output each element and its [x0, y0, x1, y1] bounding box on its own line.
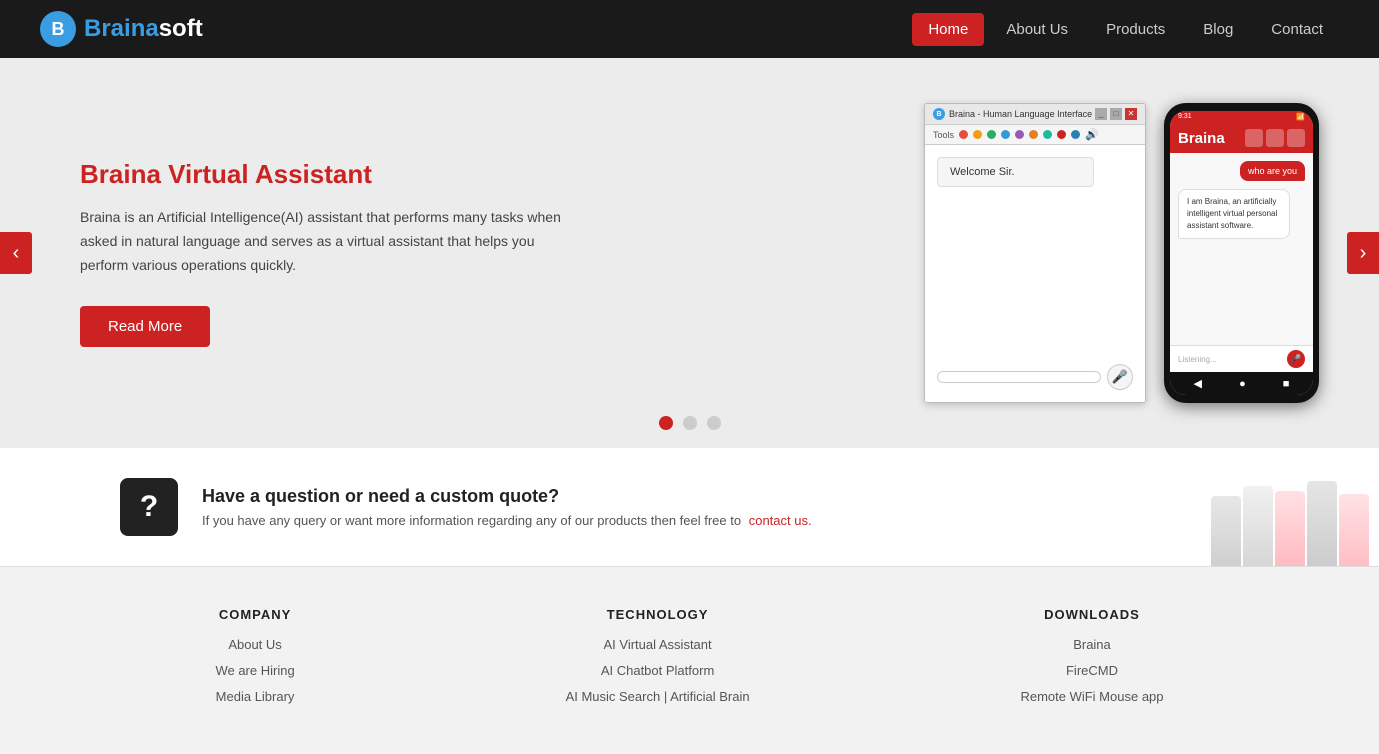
- phone-msg-in: I am Braina, an artificially intelligent…: [1178, 189, 1290, 239]
- phone-header: Braina: [1170, 123, 1313, 153]
- people-illustration: [1179, 448, 1379, 566]
- carousel-dot-1[interactable]: [659, 416, 673, 430]
- nav-products[interactable]: Products: [1090, 13, 1181, 46]
- phone-chat-body: who are you I am Braina, an artificially…: [1170, 153, 1313, 345]
- footer-download-link-3: Remote WiFi Mouse app: [1020, 688, 1163, 706]
- nav-about[interactable]: About Us: [990, 13, 1084, 46]
- phone-screen: 9:31 📶 Braina who are you I am Braina, a…: [1170, 111, 1313, 395]
- footer-tech-link-3: AI Music Search | Artificial Brain: [566, 688, 750, 706]
- quote-text-content: Have a question or need a custom quote? …: [202, 486, 812, 528]
- footer-downloads-col: DOWNLOADS Braina FireCMD Remote WiFi Mou…: [1020, 607, 1163, 714]
- nav-contact[interactable]: Contact: [1255, 13, 1339, 46]
- hero-description: Braina is an Artificial Intelligence(AI)…: [80, 206, 582, 277]
- brand-icon: B: [40, 11, 76, 47]
- desktop-chat-input[interactable]: [937, 371, 1101, 383]
- footer-company-link-1: About Us: [215, 636, 294, 654]
- footer-company-heading: COMPANY: [215, 607, 294, 622]
- phone-mic-btn[interactable]: 🎤: [1287, 350, 1305, 368]
- desktop-welcome-bubble: Welcome Sir.: [937, 157, 1094, 187]
- footer-tech-link-1: AI Virtual Assistant: [566, 636, 750, 654]
- hero-section: ‹ Braina Virtual Assistant Braina is an …: [0, 58, 1379, 448]
- hero-content: Braina Virtual Assistant Braina is an Ar…: [0, 109, 662, 396]
- carousel-prev-button[interactable]: ‹: [0, 232, 32, 274]
- question-icon-box: ?: [120, 478, 178, 536]
- phone-navbar: ◀ ● ■: [1170, 372, 1313, 395]
- footer-download-link-1: Braina: [1020, 636, 1163, 654]
- carousel-dots: [659, 416, 721, 430]
- footer-company-link-3: Media Library: [215, 688, 294, 706]
- footer-downloads-heading: DOWNLOADS: [1020, 607, 1163, 622]
- desktop-toolbar: Tools 🔊: [925, 125, 1145, 145]
- phone-msg-out: who are you: [1240, 161, 1305, 181]
- contact-link[interactable]: contact us.: [749, 513, 812, 528]
- desktop-mockup: B Braina - Human Language Interface _ □ …: [924, 103, 1146, 403]
- footer-technology-heading: TECHNOLOGY: [566, 607, 750, 622]
- hero-images: B Braina - Human Language Interface _ □ …: [924, 103, 1319, 403]
- carousel-next-button[interactable]: ›: [1347, 232, 1379, 274]
- hero-title: Braina Virtual Assistant: [80, 159, 582, 190]
- desktop-title: Braina - Human Language Interface: [949, 109, 1092, 119]
- footer: COMPANY About Us We are Hiring Media Lib…: [0, 566, 1379, 754]
- brand-logo[interactable]: B Brainasoft: [40, 11, 203, 47]
- quote-description: If you have any query or want more infor…: [202, 513, 812, 528]
- desktop-input-row: 🎤: [937, 364, 1133, 390]
- footer-download-link-2: FireCMD: [1020, 662, 1163, 680]
- phone-brand-name: Braina: [1178, 130, 1225, 147]
- navbar: B Brainasoft Home About Us Products Blog…: [0, 0, 1379, 58]
- carousel-dot-2[interactable]: [683, 416, 697, 430]
- phone-input-area: Listening... 🎤: [1170, 345, 1313, 372]
- mic-icon[interactable]: 🎤: [1107, 364, 1133, 390]
- phone-mockup: 9:31 📶 Braina who are you I am Braina, a…: [1164, 103, 1319, 403]
- nav-blog[interactable]: Blog: [1187, 13, 1249, 46]
- desktop-titlebar: B Braina - Human Language Interface _ □ …: [925, 104, 1145, 125]
- nav-links: Home About Us Products Blog Contact: [912, 13, 1339, 46]
- read-more-button[interactable]: Read More: [80, 306, 210, 347]
- footer-technology-col: TECHNOLOGY AI Virtual Assistant AI Chatb…: [566, 607, 750, 714]
- brand-name: Brainasoft: [84, 15, 203, 43]
- phone-statusbar: 9:31 📶: [1170, 111, 1313, 123]
- footer-tech-link-2: AI Chatbot Platform: [566, 662, 750, 680]
- desktop-chat-area: Welcome Sir. 🎤: [925, 145, 1145, 402]
- footer-company-col: COMPANY About Us We are Hiring Media Lib…: [215, 607, 294, 714]
- carousel-dot-3[interactable]: [707, 416, 721, 430]
- nav-home[interactable]: Home: [912, 13, 984, 46]
- quote-title: Have a question or need a custom quote?: [202, 486, 812, 507]
- footer-company-link-2: We are Hiring: [215, 662, 294, 680]
- quote-section: ? Have a question or need a custom quote…: [0, 448, 1379, 566]
